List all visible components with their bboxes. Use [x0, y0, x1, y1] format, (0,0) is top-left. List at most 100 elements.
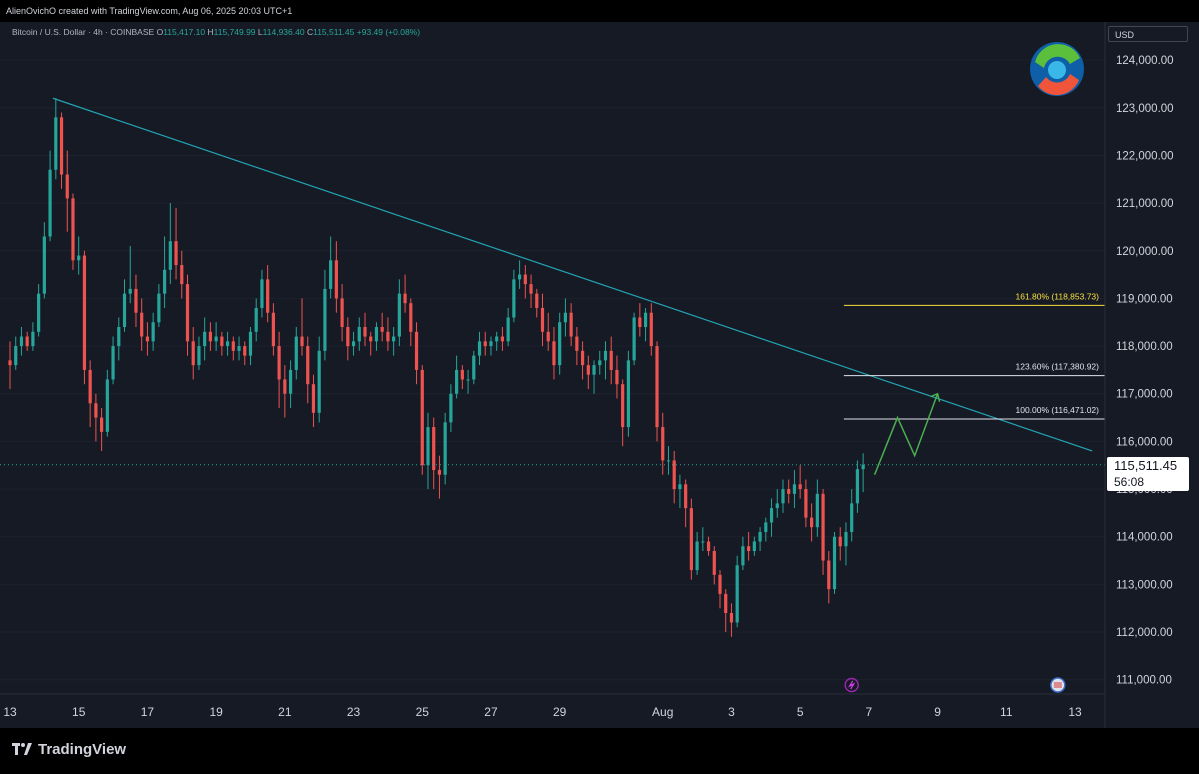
candle-body-up	[392, 336, 396, 342]
y-tick-label: 117,000.00	[1116, 389, 1173, 401]
candle-body-up	[329, 260, 333, 289]
x-tick-label: 29	[553, 705, 567, 719]
y-tick-label: 118,000.00	[1116, 341, 1173, 353]
x-tick-label: Aug	[652, 705, 673, 719]
candle-body-down	[271, 312, 275, 347]
candle-body-up	[248, 331, 253, 356]
attribution-bar: AlienOvichO created with TradingView.com…	[0, 0, 1199, 22]
candle-body-up	[701, 541, 705, 543]
y-tick-label: 124,000.00	[1116, 55, 1174, 67]
candle-body-up	[397, 293, 401, 337]
brand-name: TradingView	[38, 741, 127, 758]
candle-body-up	[626, 360, 630, 428]
x-tick-label: 13	[1068, 705, 1082, 719]
candle-body-down	[575, 336, 579, 351]
tradingview-brand[interactable]: TradingView	[12, 741, 126, 758]
candle-body-down	[523, 274, 527, 285]
candle-body-down	[638, 317, 642, 328]
candle-body-down	[483, 341, 487, 347]
candle-body-down	[535, 293, 539, 308]
candle-body-up	[775, 503, 779, 509]
candle-body-up	[466, 379, 470, 381]
candle-body-down	[552, 341, 556, 366]
x-tick-label: 17	[141, 705, 155, 719]
candle-body-down	[810, 517, 814, 528]
candle-body-up	[769, 508, 774, 523]
x-tick-label: 13	[3, 705, 17, 719]
drawings[interactable]: 161.80% (118,853.73) 123.60% (117,380.92)…	[0, 97, 1105, 693]
candle-body-down	[460, 369, 464, 380]
candle-body-down	[684, 484, 688, 509]
y-tick-label: 121,000.00	[1116, 198, 1174, 210]
candle-body-down	[609, 350, 613, 370]
candle-body-up	[323, 288, 327, 351]
candle-body-down	[787, 489, 791, 494]
candle-body-up	[815, 493, 819, 528]
candle-body-up	[357, 327, 361, 342]
low-value: 114,936.40	[262, 27, 305, 37]
candle-body-up	[426, 427, 430, 466]
candle-body-up	[54, 117, 58, 170]
candle-body-down	[191, 341, 195, 366]
candle-body-down	[306, 346, 310, 385]
candle-body-up	[861, 464, 865, 470]
candle-body-up	[157, 293, 161, 323]
x-tick-label: 27	[484, 705, 498, 719]
candle-body-down	[432, 427, 436, 470]
candle-body-up	[317, 350, 321, 413]
candle-body-up	[31, 331, 35, 347]
grid	[0, 59, 1105, 681]
candle-body-down	[208, 331, 213, 342]
candle-body-down	[529, 284, 533, 294]
candle-body-down	[300, 336, 304, 347]
candle-body-up	[455, 369, 459, 394]
candlestick-chart[interactable]: 161.80% (118,853.73) 123.60% (117,380.92)…	[0, 22, 1199, 728]
candle-body-up	[643, 312, 648, 328]
currency-selector[interactable]: USD	[1108, 26, 1188, 42]
candle-body-down	[185, 284, 190, 342]
candle-body-up	[48, 169, 52, 237]
candle-body-down	[672, 460, 676, 490]
candle-body-down	[134, 288, 138, 313]
candle-body-down	[414, 331, 419, 370]
candle-body-up	[128, 288, 132, 294]
y-tick-label: 114,000.00	[1116, 532, 1173, 544]
projection-path[interactable]	[873, 393, 939, 476]
axes: 111,000.00 112,000.00 113,000.00 114,000.00…	[0, 22, 1199, 728]
candle-body-down	[724, 593, 728, 613]
x-tick-label: 11	[1000, 705, 1013, 719]
candle-body-up	[151, 322, 155, 342]
candle-body-down	[82, 255, 87, 370]
candle-body-down	[88, 369, 92, 404]
candle-body-down	[180, 265, 184, 285]
candle-body-up	[792, 484, 797, 494]
candle-body-down	[661, 427, 665, 461]
y-tick-label: 113,000.00	[1116, 579, 1173, 591]
candle-body-up	[598, 360, 602, 366]
candle-body-up	[374, 327, 379, 342]
candle-body-up	[506, 317, 510, 342]
candle-body-down	[437, 470, 442, 475]
candle-body-up	[288, 369, 293, 394]
candle-body-up	[512, 279, 516, 318]
candle-body-down	[798, 484, 802, 490]
high-value: 115,749.99	[213, 27, 256, 37]
y-tick-label: 119,000.00	[1116, 293, 1173, 305]
candle-body-up	[197, 346, 201, 366]
chart-pane[interactable]: 161.80% (118,853.73) 123.60% (117,380.92)…	[0, 22, 1199, 728]
candle-body-up	[844, 531, 848, 547]
candle-body-up	[850, 503, 854, 532]
fib-level-label: 100.00% (116,471.02)	[1016, 405, 1100, 415]
x-tick-label: 3	[728, 705, 735, 719]
candle-body-down	[569, 312, 573, 337]
candle-body-up	[758, 531, 762, 542]
candle-body-down	[706, 541, 711, 552]
candle-body-down	[380, 327, 384, 332]
candle-body-down	[340, 298, 344, 328]
candle-body-up	[111, 346, 115, 380]
price-axis-panel[interactable]	[1105, 22, 1199, 728]
candle-body-down	[546, 331, 550, 342]
candle-body-down	[580, 350, 585, 366]
y-tick-label: 116,000.00	[1116, 436, 1173, 448]
candle-body-up	[495, 336, 499, 342]
